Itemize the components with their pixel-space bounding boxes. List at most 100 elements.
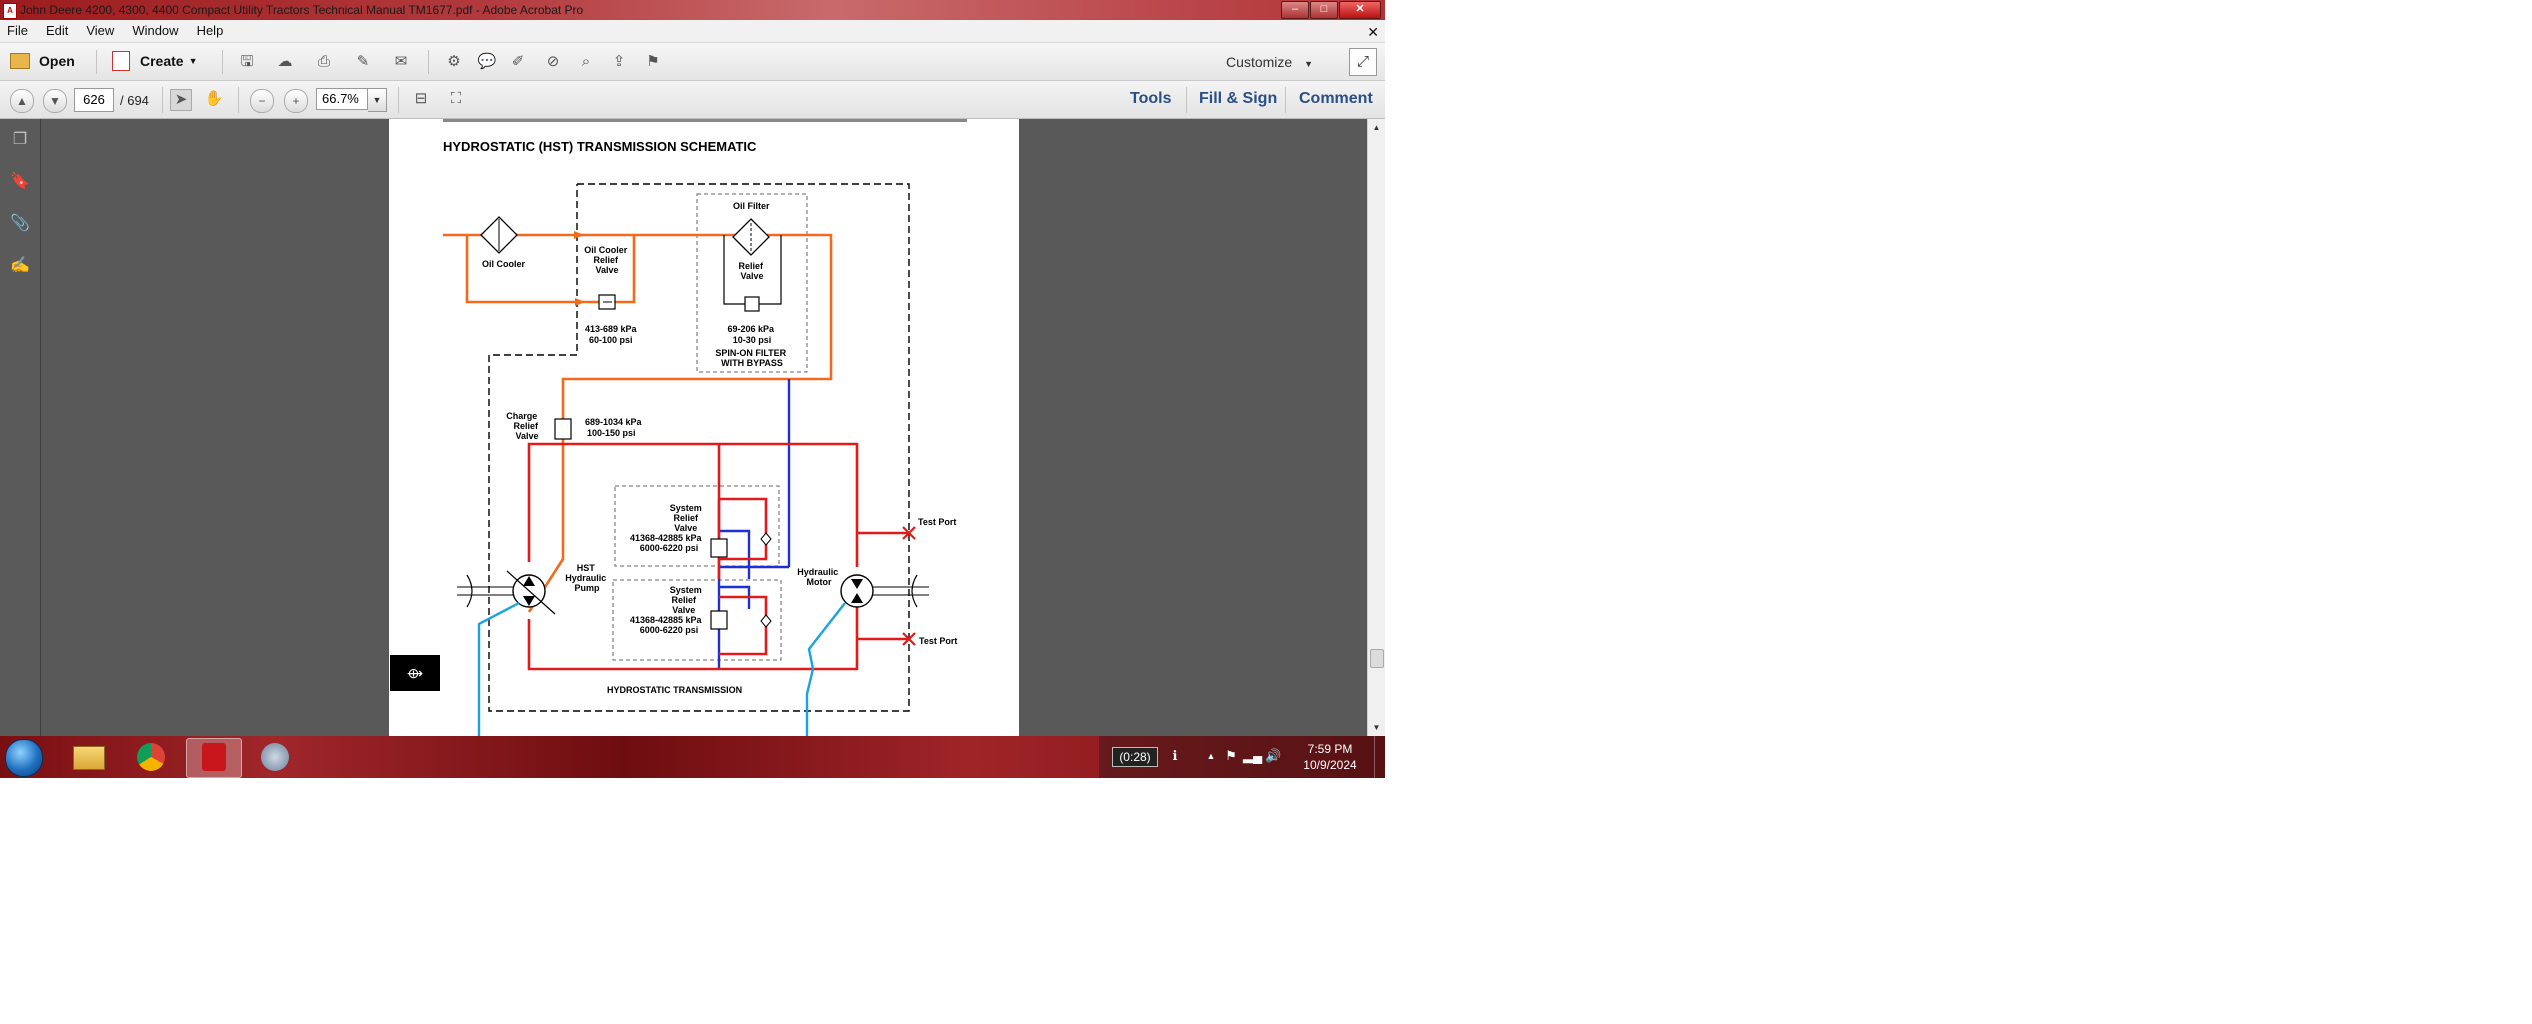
menu-edit[interactable]: Edit: [37, 20, 77, 42]
attachments-icon[interactable]: 📎: [10, 213, 30, 235]
document-viewport[interactable]: HYDROSTATIC (HST) TRANSMISSION SCHEMATIC: [41, 119, 1367, 736]
scroll-up-icon[interactable]: ▲: [1368, 119, 1385, 136]
zoom-dropdown-chevron-icon[interactable]: ▼: [368, 88, 387, 112]
system-relief-label-1: System Relief Valve 41368-42885 kPa 6000…: [630, 503, 704, 553]
page-side-tab[interactable]: ⟴: [390, 655, 440, 691]
scroll-down-icon[interactable]: ▼: [1368, 719, 1385, 736]
chrome-taskbar-button[interactable]: [124, 738, 178, 776]
start-button[interactable]: [5, 739, 43, 777]
save-icon[interactable]: 🖫: [237, 52, 257, 72]
close-button[interactable]: ✕: [1339, 1, 1381, 19]
show-desktop-button[interactable]: [1374, 736, 1385, 778]
page-total: / 694: [120, 93, 149, 108]
test-port-label: Test Port: [918, 517, 956, 527]
minimize-button[interactable]: –: [1281, 1, 1309, 19]
spin-on-filter-label: SPIN-ON FILTER WITH BYPASS: [715, 348, 788, 368]
edit-document-icon[interactable]: ✎: [353, 52, 373, 72]
folder-icon: [10, 53, 30, 69]
file-explorer-taskbar-button[interactable]: [62, 738, 116, 776]
vertical-scrollbar[interactable]: ▲ ▼: [1367, 119, 1385, 736]
zoom-level-input[interactable]: [316, 88, 368, 110]
gear-icon[interactable]: ⚙: [444, 52, 464, 72]
expand-icon[interactable]: ⤢: [1349, 48, 1377, 76]
battery-indicator[interactable]: (0:28): [1112, 747, 1158, 767]
hst-schematic-diagram: Oil Cooler Oil Cooler Relief Valve 413-6…: [443, 183, 957, 736]
create-label: Create: [140, 53, 184, 69]
page-thumbnails-icon[interactable]: ❐: [10, 129, 30, 151]
transmission-boundary: [488, 183, 910, 712]
acrobat-taskbar-button[interactable]: [186, 738, 242, 778]
action-center-flag-icon[interactable]: ⚑: [1223, 748, 1239, 764]
window-controls: – □ ✕: [1280, 1, 1381, 19]
check-valve-symbol: [760, 532, 772, 546]
return-circuit-lines: [717, 379, 791, 669]
system-relief-label-2: System Relief Valve 41368-42885 kPa 6000…: [630, 585, 704, 635]
cloud-upload-icon[interactable]: ☁: [275, 52, 295, 72]
toolbar-divider: [222, 50, 223, 74]
menu-window[interactable]: Window: [123, 20, 187, 42]
search-document-icon[interactable]: ⌕: [576, 52, 596, 72]
create-button[interactable]: Create ▼: [112, 49, 198, 73]
zoom-in-button[interactable]: +: [284, 89, 308, 113]
menu-file[interactable]: File: [0, 20, 37, 42]
print-icon[interactable]: ⎙: [314, 52, 334, 72]
fill-sign-pane-button[interactable]: Fill & Sign: [1199, 88, 1277, 110]
redact-icon[interactable]: ⊘: [543, 52, 563, 72]
protect-icon[interactable]: ⚑: [643, 52, 663, 72]
volume-icon[interactable]: 🔊: [1265, 748, 1281, 764]
tools-pane-button[interactable]: Tools: [1130, 88, 1171, 110]
page-number-input[interactable]: [74, 88, 114, 112]
hand-tool-icon[interactable]: ✋: [204, 89, 224, 109]
system-relief-valve-symbol: [710, 610, 728, 630]
info-icon[interactable]: ℹ: [1167, 748, 1183, 764]
system-clock[interactable]: 7:59 PM 10/9/2024: [1295, 741, 1365, 773]
comment-pane-button[interactable]: Comment: [1299, 88, 1373, 110]
window-title: John Deere 4200, 4300, 4400 Compact Util…: [20, 3, 584, 17]
flow-arrow: [575, 298, 585, 306]
oil-cooler-relief-label: Oil Cooler Relief Valve: [584, 245, 630, 275]
maximize-button[interactable]: □: [1310, 1, 1338, 19]
toolbar-divider: [238, 87, 239, 113]
navigation-pane: ❐ 🔖 📎 ✍: [0, 119, 41, 736]
comment-bubble-icon[interactable]: 💬: [477, 52, 497, 72]
export-icon[interactable]: ⇪: [609, 52, 629, 72]
menu-view[interactable]: View: [77, 20, 123, 42]
charge-pressure-label: 689-1034 kPa 100-150 psi: [585, 417, 644, 438]
navigation-toolbar: ▲ ▼ / 694 ➤ ✋ − + ▼ ⊟ ⛶ Tools Fill & Sig…: [0, 81, 1385, 119]
toolbar-divider: [1186, 87, 1187, 113]
highlight-icon[interactable]: ✐: [508, 52, 528, 72]
open-button[interactable]: Open: [10, 49, 75, 73]
select-cursor-icon[interactable]: ➤: [170, 89, 192, 111]
filter-relief-label: Relief Valve: [738, 261, 765, 281]
main-toolbar: Open Create ▼ 🖫 ☁ ⎙ ✎ ✉ ⚙ 💬 ✐ ⊘ ⌕ ⇪ ⚑ Cu…: [0, 43, 1385, 81]
customize-label: Customize: [1226, 54, 1293, 70]
full-screen-icon[interactable]: ⛶: [446, 89, 466, 109]
title-bar: A John Deere 4200, 4300, 4400 Compact Ut…: [0, 0, 1385, 20]
show-hidden-icons-icon[interactable]: ▲: [1203, 748, 1219, 764]
check-valve-symbol: [760, 614, 772, 628]
signatures-icon[interactable]: ✍: [10, 255, 30, 277]
fit-page-icon[interactable]: ⊟: [411, 89, 431, 109]
scroll-thumb[interactable]: [1370, 649, 1384, 668]
document-close-icon[interactable]: ✕: [1367, 21, 1379, 43]
next-page-button[interactable]: ▼: [43, 89, 67, 113]
app-taskbar-button[interactable]: [248, 738, 302, 776]
bookmarks-icon[interactable]: 🔖: [10, 171, 30, 193]
acrobat-app-icon[interactable]: A: [3, 3, 17, 19]
chevron-down-icon: ▼: [1304, 59, 1313, 69]
app-icon: [261, 743, 289, 771]
menu-help[interactable]: Help: [188, 20, 233, 42]
filter-pressure-label: 69-206 kPa 10-30 psi: [727, 324, 776, 345]
acrobat-icon: [202, 743, 226, 771]
toolbar-divider: [1285, 87, 1286, 113]
email-icon[interactable]: ✉: [391, 52, 411, 72]
hst-pump-label: HST Hydraulic Pump: [565, 563, 609, 593]
toolbar-divider: [96, 50, 97, 74]
previous-page-button[interactable]: ▲: [10, 89, 34, 113]
clock-time: 7:59 PM: [1307, 742, 1353, 756]
zoom-out-button[interactable]: −: [250, 89, 274, 113]
test-port-label: Test Port: [919, 636, 957, 646]
network-signal-icon[interactable]: ▂▄: [1243, 748, 1262, 764]
customize-dropdown[interactable]: Customize ▼: [1226, 54, 1313, 70]
oil-cooler-label: Oil Cooler: [482, 259, 526, 269]
